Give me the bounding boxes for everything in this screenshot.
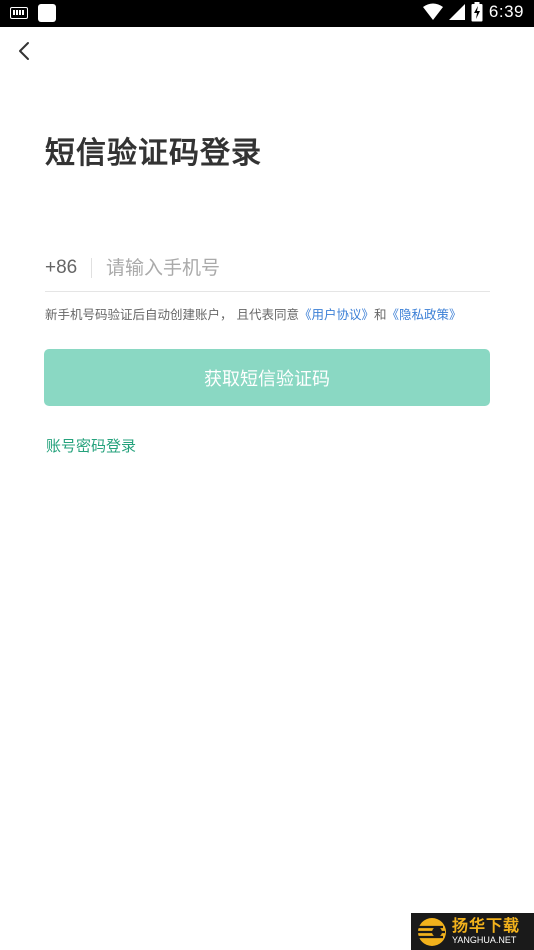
get-sms-code-button[interactable]: 获取短信验证码: [44, 349, 490, 406]
watermark-name-cn: 扬华下载: [452, 916, 521, 935]
user-agreement-link[interactable]: 《用户协议》: [299, 307, 374, 322]
phone-input-row: +86: [45, 244, 490, 292]
agreement-prefix: 新手机号码验证后自动创建账户， 且代表同意: [45, 307, 299, 322]
status-bar-left: [10, 4, 56, 22]
page-title: 短信验证码登录: [45, 136, 262, 171]
country-code[interactable]: +86: [45, 257, 89, 279]
privacy-policy-link[interactable]: 《隐私政策》: [387, 307, 462, 322]
agreement-conjunction: 和: [374, 307, 387, 322]
battery-charging-icon: [471, 2, 483, 22]
status-bar: 6:39: [0, 0, 534, 27]
phone-number-input[interactable]: [106, 256, 490, 279]
app-notification-icon: [38, 4, 56, 22]
keyboard-icon: [10, 7, 28, 19]
watermark-name-en: YANGHUA.NET: [452, 935, 517, 945]
status-bar-right: 6:39: [422, 2, 524, 22]
watermark-logo: 扬华下载 YANGHUA.NET: [411, 913, 534, 950]
chevron-left-icon: [19, 42, 29, 60]
status-time: 6:39: [488, 2, 524, 21]
input-divider: [91, 257, 92, 278]
login-screen: 6:39 短信验证码登录 +86 新手机号码验证后自动创建账户， 且代表同意《用…: [0, 0, 534, 950]
back-button[interactable]: [14, 40, 36, 62]
wifi-icon: [422, 3, 443, 20]
watermark-emblem-icon: [417, 917, 446, 946]
cellular-signal-icon: [448, 4, 465, 20]
password-login-link[interactable]: 账号密码登录: [46, 435, 136, 456]
agreement-text: 新手机号码验证后自动创建账户， 且代表同意《用户协议》和《隐私政策》: [45, 304, 462, 323]
watermark-text: 扬华下载 YANGHUA.NET: [452, 917, 520, 946]
